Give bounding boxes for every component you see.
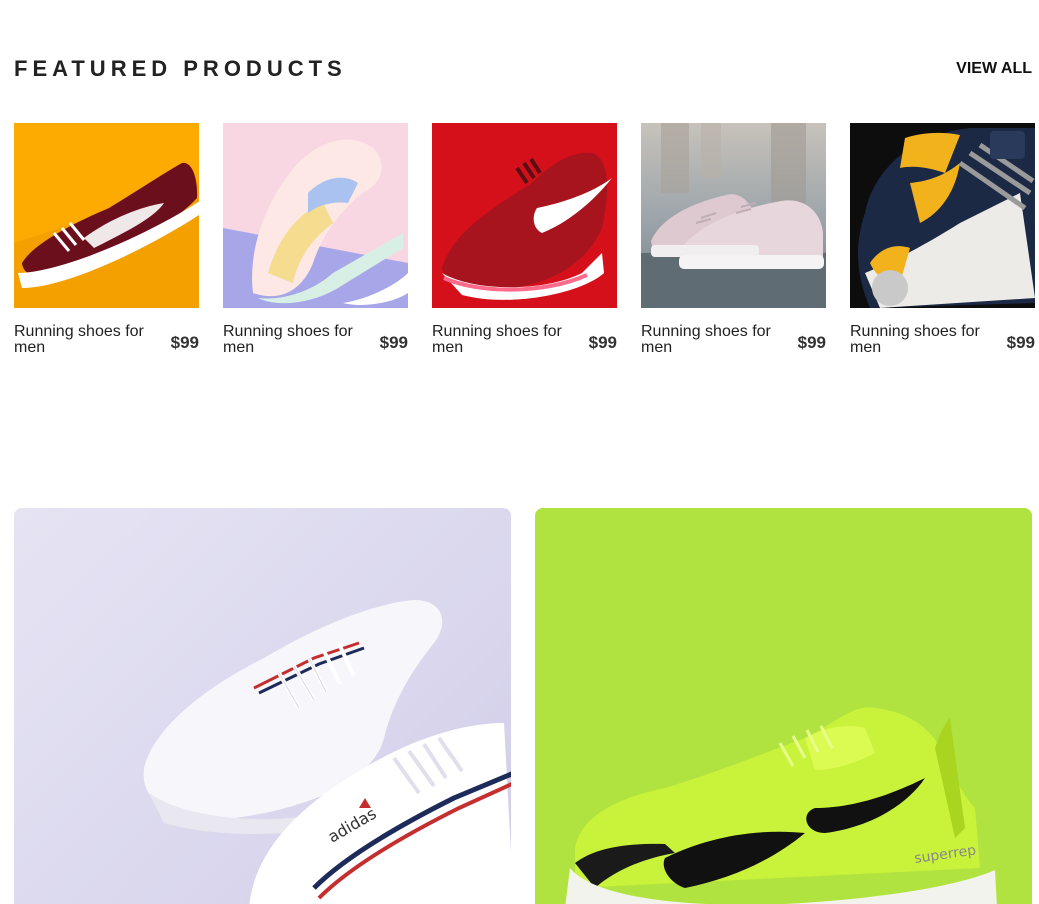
section-title: FEATURED PRODUCTS [14,56,347,81]
banner-lime-sneaker[interactable]: superrep [535,508,1032,904]
banner-white-sneakers[interactable]: adidas [14,508,511,904]
product-price: $99 [797,333,826,352]
featured-header: FEATURED PRODUCTS VIEW ALL [14,56,1032,82]
page: FEATURED PRODUCTS VIEW ALL Running shoes… [0,0,1039,904]
product-name: Running shoes for men [432,323,562,356]
product-name: Running shoes for men [641,323,771,356]
product-info: Running shoes for men $99 [850,324,1035,356]
product-card[interactable]: Running shoes for men $99 [223,123,408,356]
sneaker-maroon-icon [14,123,199,308]
sneaker-red-icon [432,123,617,308]
product-price: $99 [1006,333,1035,352]
product-name: Running shoes for men [14,323,144,356]
product-image[interactable] [223,123,408,308]
view-all-link[interactable]: VIEW ALL [956,60,1032,78]
product-card[interactable]: Running shoes for men $99 [432,123,617,356]
product-image[interactable] [641,123,826,308]
white-sneakers-icon: adidas [143,600,511,904]
lime-sneaker-icon: superrep [535,508,1032,904]
product-price: $99 [588,333,617,352]
product-info: Running shoes for men $99 [641,324,826,356]
product-list: Running shoes for men $99 Running shoes … [14,123,1035,356]
product-name: Running shoes for men [850,323,980,356]
product-card[interactable]: Running shoes for men $99 [14,123,199,356]
product-price: $99 [379,333,408,352]
product-card[interactable]: Running shoes for men $99 [850,123,1035,356]
sneaker-navy-yellow-icon [850,123,1035,308]
sneaker-pink-icon [641,123,826,308]
product-image[interactable] [432,123,617,308]
product-card[interactable]: Running shoes for men $99 [641,123,826,356]
product-name: Running shoes for men [223,323,353,356]
sneaker-pastel-icon [223,123,408,308]
product-info: Running shoes for men $99 [223,324,408,356]
product-image[interactable] [850,123,1035,308]
product-image[interactable] [14,123,199,308]
product-info: Running shoes for men $99 [432,324,617,356]
product-price: $99 [170,333,199,352]
product-info: Running shoes for men $99 [14,324,199,356]
